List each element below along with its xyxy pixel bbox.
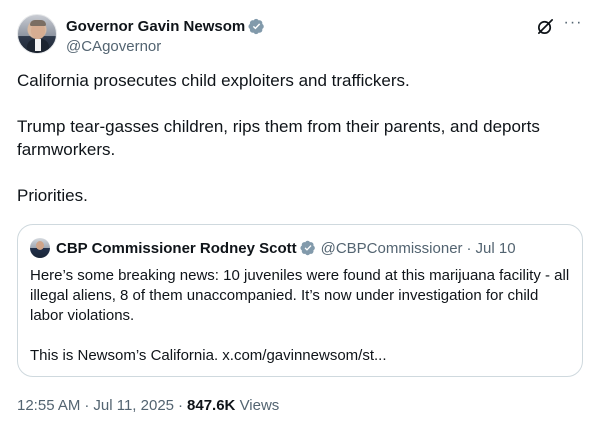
grok-icon[interactable] xyxy=(536,17,555,36)
quoted-author-handle: @CBPCommissioner xyxy=(320,239,463,257)
tweet-paragraph: California prosecutes child exploiters a… xyxy=(17,71,410,90)
author-display-name[interactable]: Governor Gavin Newsom xyxy=(66,18,245,35)
views-label: Views xyxy=(239,397,280,414)
author-names: Governor Gavin Newsom @CAgovernor xyxy=(66,16,265,55)
quoted-paragraph: This is Newsom’s California. x.com/gavin… xyxy=(30,347,387,364)
separator-dot: · xyxy=(466,239,472,257)
quoted-paragraph: Here’s some breaking news: 10 juveniles … xyxy=(30,267,570,324)
more-options-icon[interactable]: ··· xyxy=(563,15,583,35)
quoted-tweet-card[interactable]: CBP Commissioner Rodney Scott @CBPCommis… xyxy=(17,224,583,377)
tweet-text: California prosecutes child exploiters a… xyxy=(17,69,583,207)
views-count: 847.6K xyxy=(187,397,236,414)
tweet-meta: 12:55 AM · Jul 11, 2025 · 847.6K Views xyxy=(17,397,279,414)
quoted-tweet-text: Here’s some breaking news: 10 juveniles … xyxy=(30,266,570,366)
tweet-header: Governor Gavin Newsom @CAgovernor ··· xyxy=(17,14,585,58)
verified-badge-icon[interactable] xyxy=(248,18,265,35)
separator-dot: · xyxy=(178,397,184,414)
quoted-tweet-date: Jul 10 xyxy=(475,239,516,257)
verified-badge-icon xyxy=(300,240,315,256)
author-handle[interactable]: @CAgovernor xyxy=(66,38,265,55)
tweet-date[interactable]: Jul 11, 2025 xyxy=(93,397,174,414)
quoted-author-display-name: CBP Commissioner Rodney Scott xyxy=(56,239,297,257)
quoted-author-avatar xyxy=(30,238,50,258)
tweet-paragraph: Trump tear-gasses children, rips them fr… xyxy=(17,117,540,159)
separator-dot: · xyxy=(84,397,90,414)
tweet-time[interactable]: 12:55 AM xyxy=(17,397,80,414)
author-avatar[interactable] xyxy=(17,14,57,54)
tweet-paragraph: Priorities. xyxy=(17,186,88,205)
quoted-tweet-header: CBP Commissioner Rodney Scott @CBPCommis… xyxy=(30,238,516,258)
